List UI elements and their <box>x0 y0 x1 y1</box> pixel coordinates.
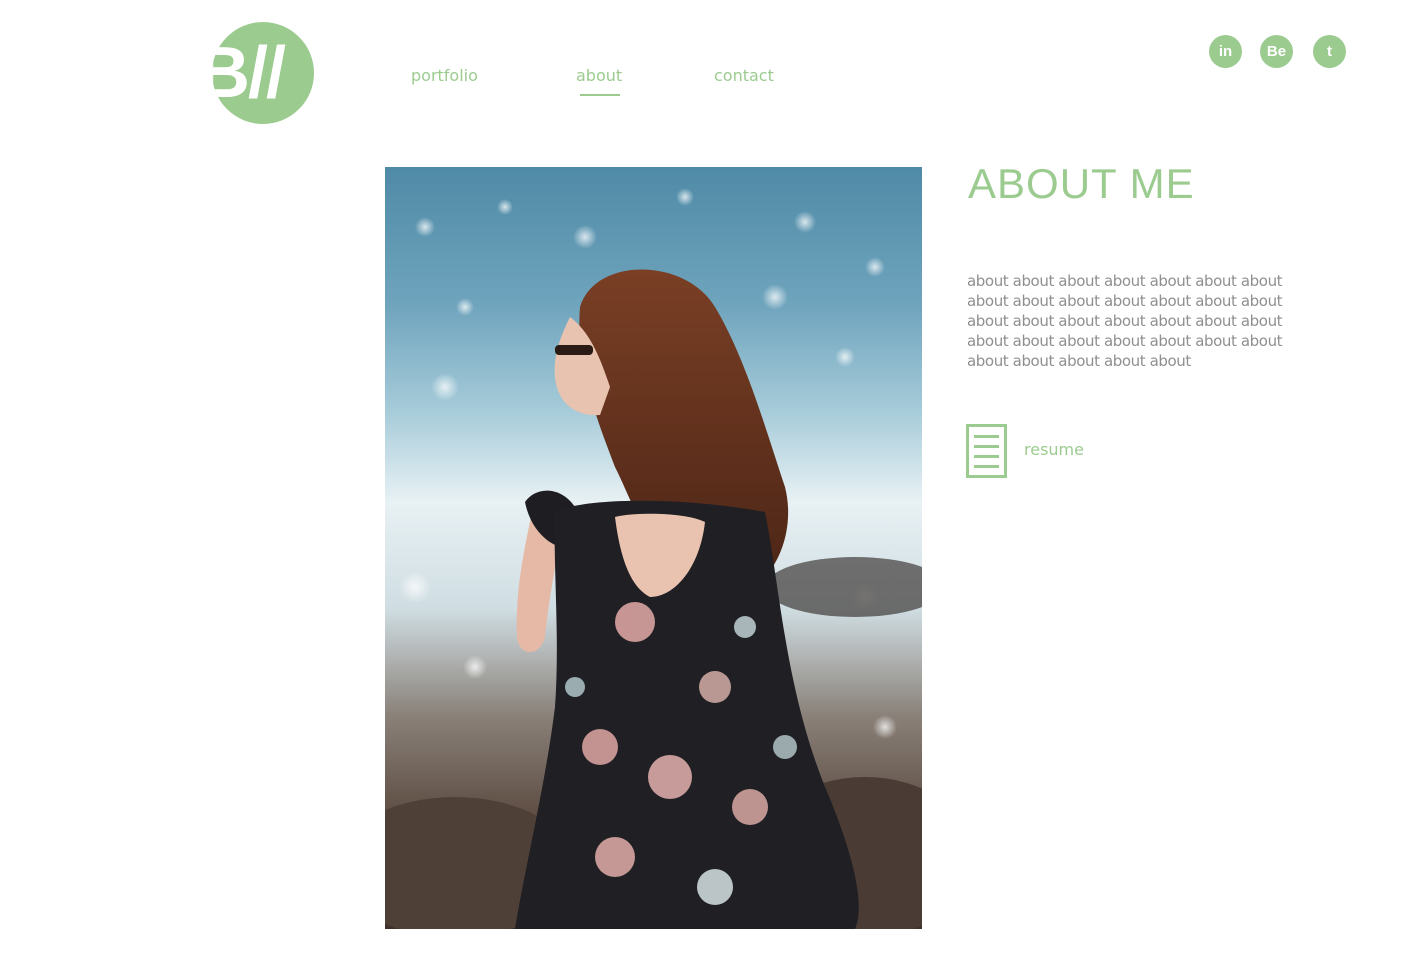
nav-link-about[interactable]: about <box>576 66 622 85</box>
nav-active-underline <box>580 94 620 96</box>
about-page: B// portfolio about contact in Be t ABOU… <box>0 0 1422 972</box>
profile-photo <box>385 167 922 929</box>
tumblr-icon[interactable]: t <box>1313 35 1346 68</box>
nav-link-portfolio[interactable]: portfolio <box>411 66 478 85</box>
logo-text: B// <box>212 33 286 113</box>
photo-illustration <box>385 188 922 929</box>
behance-icon[interactable]: Be <box>1260 35 1293 68</box>
about-body: about about about about about about abou… <box>967 272 1283 370</box>
resume-link[interactable]: resume <box>966 424 1096 478</box>
nav-link-contact[interactable]: contact <box>714 66 774 85</box>
linkedin-label: in <box>1218 43 1233 60</box>
document-icon <box>966 424 1007 478</box>
behance-label: Be <box>1266 43 1287 60</box>
linkedin-icon[interactable]: in <box>1209 35 1242 68</box>
tumblr-label: t <box>1327 43 1332 60</box>
about-title: ABOUT ME <box>968 160 1195 207</box>
resume-label: resume <box>1024 440 1084 459</box>
site-logo[interactable]: B// <box>212 22 314 124</box>
